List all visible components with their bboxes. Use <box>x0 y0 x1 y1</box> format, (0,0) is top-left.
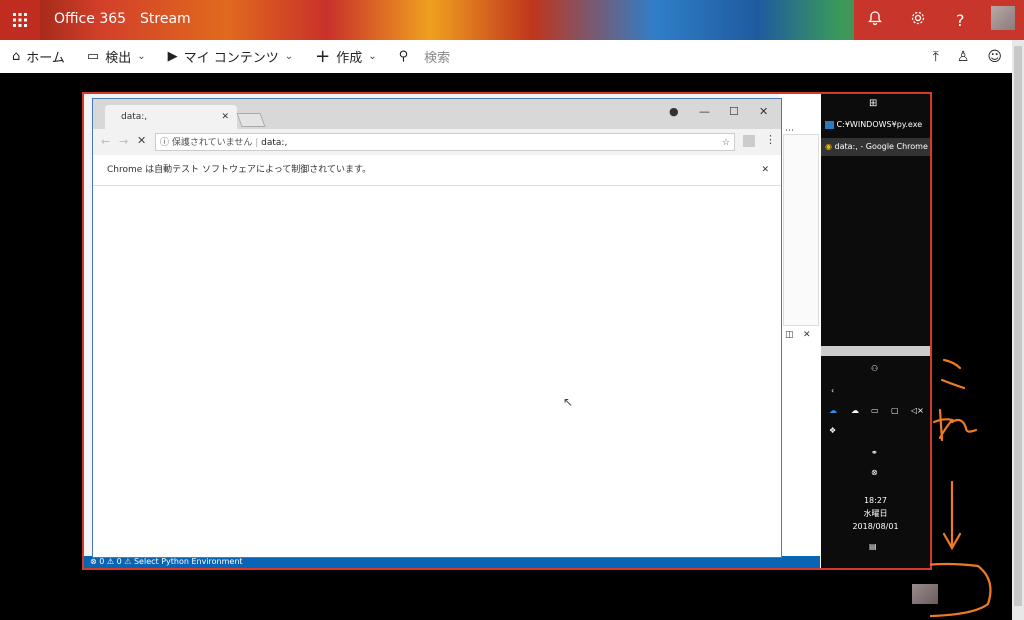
avatar[interactable] <box>984 6 1022 34</box>
code-minimap <box>783 134 819 326</box>
chrome-icon: ◉ <box>825 142 832 151</box>
chevron-left-icon[interactable]: ‹ <box>831 386 834 395</box>
search-box[interactable]: ⚲ 検索 <box>399 47 451 66</box>
extension-icon[interactable] <box>743 135 755 147</box>
back-icon[interactable]: ← <box>101 135 110 148</box>
stop-icon[interactable]: ✕ <box>137 134 146 147</box>
blurred-avatar <box>912 584 938 604</box>
app-launcher-button[interactable] <box>0 0 40 40</box>
cloud-icon[interactable]: ☁ <box>851 406 859 415</box>
chrome-tabstrip: data:, ✕ ● — ☐ ✕ <box>93 99 781 129</box>
battery-icon[interactable]: ▭ <box>871 406 879 415</box>
toolbar-actions: ⤒ ♙ ☺ <box>933 40 1002 73</box>
infobar-text: Chrome は自動テスト ソフトウェアによって制御されています。 <box>107 165 372 175</box>
chevron-down-icon: ⌄ <box>284 51 294 62</box>
nav-discover[interactable]: ▭ 検出 ⌄ <box>87 47 146 66</box>
annotation-text: これ <box>1000 0 1002 1</box>
security-label: 保護されていません <box>171 138 253 148</box>
new-tab-button[interactable] <box>236 113 266 127</box>
volume-mute-icon[interactable]: ◁× <box>911 406 924 415</box>
windows-icon[interactable]: ⊞ <box>869 98 877 109</box>
home-icon: ⌂ <box>12 49 21 64</box>
nav-my-content[interactable]: ▶ マイ コンテンツ ⌄ <box>168 47 294 66</box>
close-icon[interactable]: ✕ <box>221 105 229 129</box>
nav-create[interactable]: + 作成 ⌄ <box>315 46 377 67</box>
star-icon[interactable]: ☆ <box>722 134 730 152</box>
office365-link[interactable]: Office 365 <box>54 11 126 27</box>
bell-icon[interactable] <box>856 10 894 30</box>
nav-discover-label: 検出 <box>105 51 132 66</box>
error-count: 0 <box>99 557 105 566</box>
chevron-down-icon: ⌄ <box>137 51 146 62</box>
menu-icon[interactable]: ⋮ <box>765 133 776 146</box>
forward-icon[interactable]: → <box>119 135 128 148</box>
url-text: data:, <box>261 138 288 148</box>
close-window-icon[interactable]: ✕ <box>759 105 768 118</box>
close-circle-icon[interactable]: ⊗ <box>871 468 878 477</box>
minimize-icon[interactable]: — <box>699 105 710 118</box>
nav-my-content-label: マイ コンテンツ <box>183 51 279 66</box>
omnibox[interactable]: ⓘ 保護されていません | data:, ☆ <box>155 133 735 151</box>
warning-icon: ⚠ <box>106 557 115 566</box>
profile-icon[interactable]: ● <box>669 105 679 118</box>
error-icon: ⊗ <box>90 557 97 566</box>
nav-create-label: 作成 <box>336 51 363 66</box>
automation-infobar: Chrome は自動テスト ソフトウェアによって制御されています。 ✕ <box>93 155 781 186</box>
waffle-icon <box>13 13 27 27</box>
nav-home-label: ホーム <box>26 51 65 66</box>
user-add-icon[interactable]: ♙ <box>957 49 970 65</box>
close-icon[interactable]: ✕ <box>761 155 769 185</box>
chrome-tab-title: data:, <box>121 112 148 122</box>
clock-day: 水曜日 <box>863 509 888 518</box>
network-icon[interactable]: ▢ <box>891 406 899 415</box>
chrome-toolbar: ← → ✕ ⓘ 保護されていません | data:, ☆ ⋮ <box>93 129 781 155</box>
search-input[interactable]: 検索 <box>424 47 450 66</box>
smiley-icon[interactable]: ☺ <box>987 49 1002 65</box>
console-icon <box>825 120 834 129</box>
dropbox-icon[interactable]: ❖ <box>829 426 836 435</box>
python-env-status[interactable]: Select Python Environment <box>134 557 243 566</box>
notification-icon[interactable]: ▤ <box>869 542 877 551</box>
header-actions: ? <box>854 0 1024 40</box>
jump-item-chrome-label: data:, - Google Chrome <box>834 142 928 151</box>
jump-item-chrome[interactable]: ◉ data:, - Google Chrome <box>821 138 930 156</box>
split-icon[interactable]: ◫ <box>785 330 794 340</box>
help-icon[interactable]: ? <box>941 11 979 30</box>
upload-icon[interactable]: ⤒ <box>933 49 939 65</box>
stream-link[interactable]: Stream <box>140 11 191 27</box>
maximize-icon[interactable]: ☐ <box>729 105 739 118</box>
nav-home[interactable]: ⌂ ホーム <box>12 47 65 66</box>
embedded-screenshot: ◫ ✕ ⋯ ⊗ 0 ⚠ 0 ⚠ Select Python Environmen… <box>82 92 932 570</box>
onedrive-icon[interactable]: ☁ <box>829 406 837 415</box>
info-icon: ⓘ <box>160 138 170 148</box>
people-icon[interactable]: ⚇ <box>871 364 878 373</box>
plus-icon: + <box>315 46 331 67</box>
clock-time: 18:27 <box>863 496 888 505</box>
stream-toolbar: ⌂ ホーム ▭ 検出 ⌄ ▶ マイ コンテンツ ⌄ + 作成 ⌄ ⚲ 検索 ⤒ … <box>0 40 1012 73</box>
jump-item-py[interactable]: C:¥WINDOWS¥py.exe <box>825 120 922 129</box>
link-icon[interactable]: ⚭ <box>871 448 878 457</box>
video-icon: ▶ <box>167 49 178 64</box>
mouse-cursor-icon: ↖ <box>563 395 574 409</box>
warning-count: 0 <box>116 557 122 566</box>
close-icon[interactable]: ✕ <box>803 330 811 340</box>
discover-icon: ▭ <box>86 49 100 64</box>
clock-date: 2018/08/01 <box>852 522 899 531</box>
gear-icon[interactable] <box>899 10 937 30</box>
chrome-tab[interactable]: data:, ✕ <box>105 105 237 129</box>
taskbar-clock[interactable]: 18:27 水曜日 2018/08/01 <box>821 494 930 533</box>
chevron-down-icon: ⌄ <box>368 51 377 62</box>
handwritten-annotation <box>930 358 992 618</box>
tray-scrollbar[interactable] <box>821 346 930 356</box>
vscode-side-panel: ◫ ✕ ⋯ <box>779 94 821 568</box>
jump-item-py-label: C:¥WINDOWS¥py.exe <box>836 120 923 129</box>
search-icon: ⚲ <box>398 49 409 64</box>
chrome-window: data:, ✕ ● — ☐ ✕ ← → ✕ ⓘ 保護されていません | dat… <box>92 98 782 558</box>
more-icon[interactable]: ⋯ <box>785 126 794 136</box>
taskbar-panel: ⊞ C:¥WINDOWS¥py.exe ◉ data:, - Google Ch… <box>821 94 930 568</box>
